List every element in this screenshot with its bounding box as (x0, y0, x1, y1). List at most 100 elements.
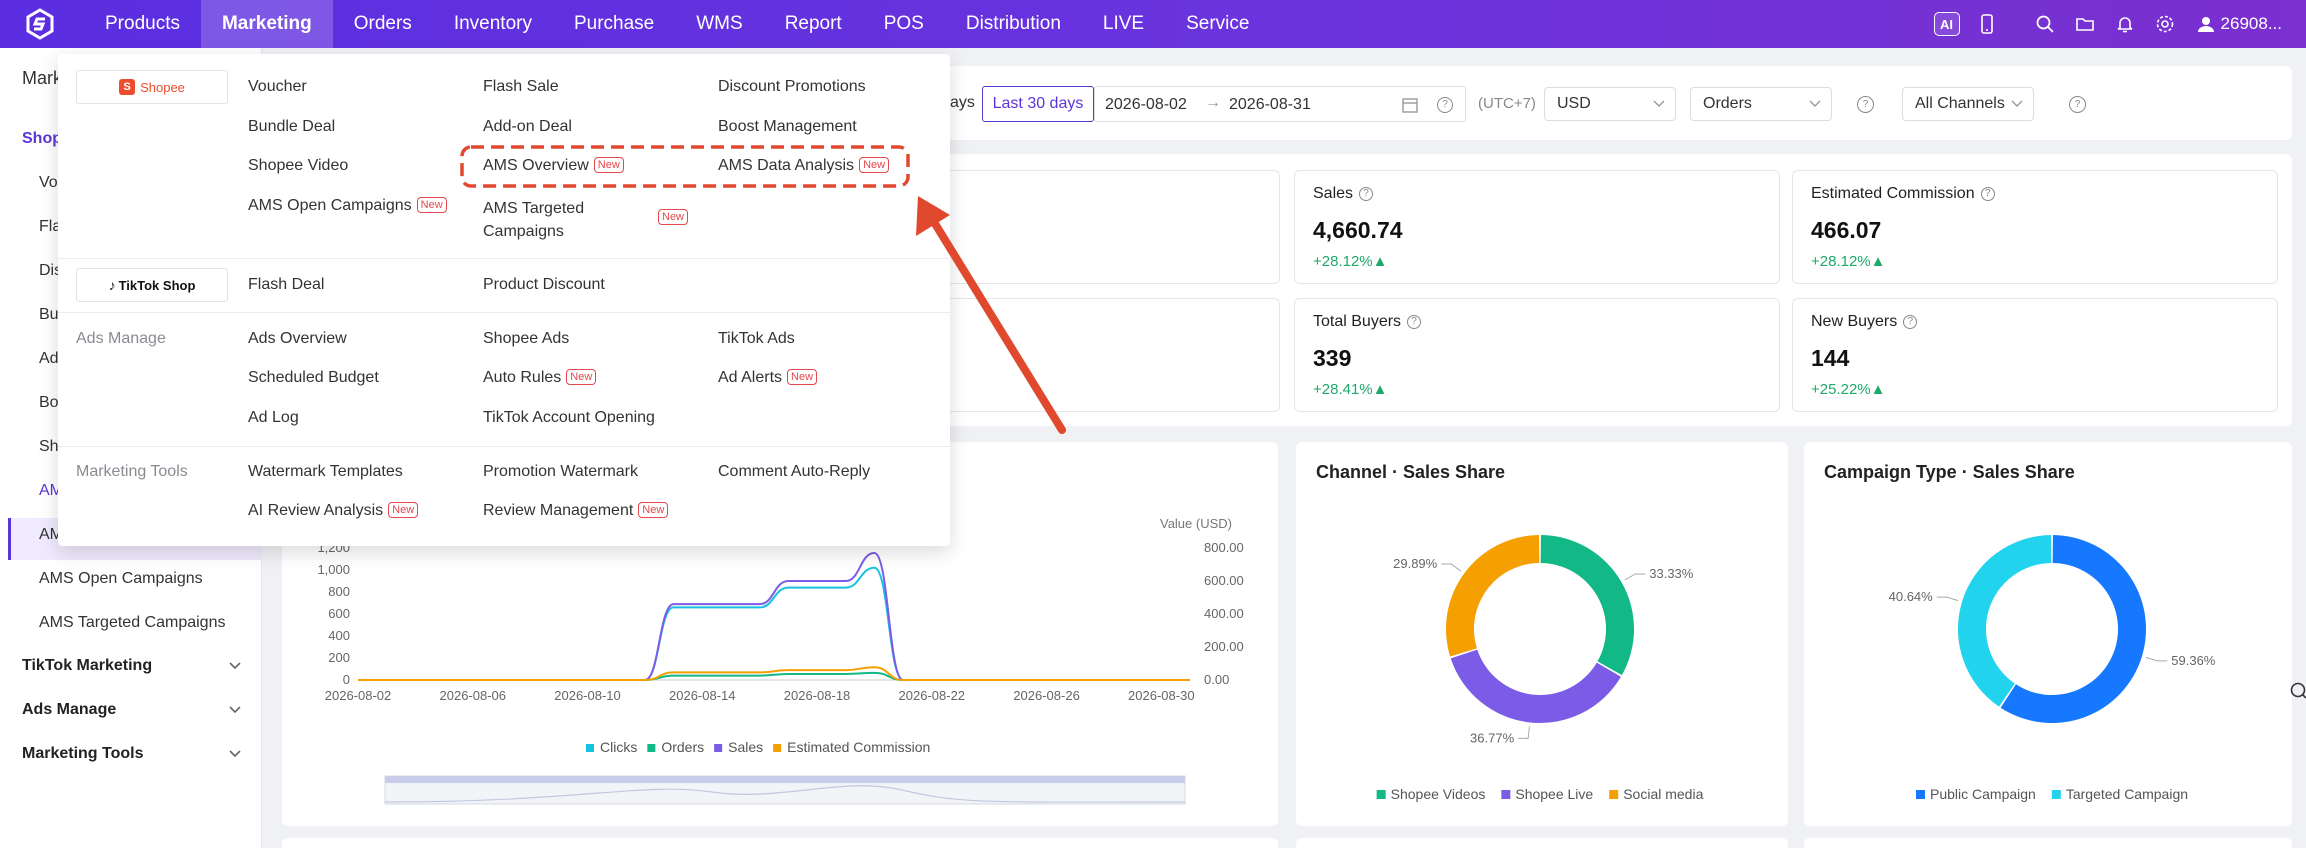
help-icon[interactable]: ? (1857, 96, 1874, 113)
donut-slice-shopee-videos[interactable] (1540, 535, 1634, 676)
series-line-clicks[interactable] (357, 566, 1190, 681)
menu-item-review-management[interactable]: Review Management New (483, 502, 669, 520)
new-badge: New (593, 157, 624, 173)
legend-swatch (586, 744, 594, 752)
nav-item-inventory[interactable]: Inventory (433, 0, 553, 48)
nav-item-service[interactable]: Service (1165, 0, 1270, 48)
user-menu[interactable]: 26908... (2185, 14, 2306, 34)
help-icon[interactable]: ? (1903, 315, 1918, 329)
sidebar-group-marketing-tools[interactable]: Marketing Tools (22, 745, 242, 763)
menu-item-ams-open-campaigns[interactable]: AMS Open Campaigns New (248, 197, 447, 215)
series-line-orders[interactable] (357, 671, 1190, 681)
menu-item-ai-review-analysis[interactable]: AI Review Analysis New (248, 502, 419, 520)
nav-item-pos[interactable]: POS (863, 0, 945, 48)
currency-select[interactable]: USD (1544, 87, 1676, 121)
sidebar-item[interactable]: Bu (39, 306, 59, 324)
donut-slice-targeted-campaign[interactable] (1958, 535, 2052, 707)
series-line-sales[interactable] (357, 551, 1190, 681)
sidebar-item[interactable]: Sh (39, 438, 59, 456)
menu-item-ams-data-analysis[interactable]: AMS Data Analysis New (718, 157, 890, 175)
legend-item[interactable]: Targeted Campaign (2051, 786, 2188, 802)
sidebar-item-ams-targeted-campaigns[interactable]: AMS Targeted Campaigns (39, 614, 225, 632)
search-icon[interactable] (2025, 0, 2065, 48)
legend-label[interactable]: Orders (661, 739, 704, 755)
menu-item-ad-log[interactable]: Ad Log (248, 409, 299, 427)
campaign-donut-chart[interactable]: 59.36% 40.64% Public Campaign Targeted Camp… (1804, 442, 2292, 826)
sidebar-item-ams-open-campaigns[interactable]: AMS Open Campaigns (39, 570, 203, 588)
menu-item-ams-targeted-campaigns[interactable]: AMS Targeted Campaigns (483, 197, 593, 243)
nav-item-products[interactable]: Products (84, 0, 201, 48)
menu-item-tiktok-account-opening[interactable]: TikTok Account Opening (483, 409, 655, 427)
sidebar-item[interactable]: Vo (39, 174, 58, 192)
menu-item-voucher[interactable]: Voucher (248, 78, 307, 96)
menu-item-add-on-deal[interactable]: Add-on Deal (483, 118, 572, 136)
floating-search-icon[interactable] (2288, 680, 2306, 702)
menu-item-flash-sale[interactable]: Flash Sale (483, 78, 559, 96)
sidebar-group-ads-manage[interactable]: Ads Manage (22, 701, 242, 719)
menu-item-ad-alerts[interactable]: Ad Alerts New (718, 369, 818, 387)
ai-button[interactable]: AI (1927, 0, 1967, 48)
nav-item-wms[interactable]: WMS (675, 0, 763, 48)
channel-donut-chart[interactable]: 33.33% 36.77% 29.89% Shopee Videos Shopee Li… (1296, 442, 1788, 826)
menu-item-ads-overview[interactable]: Ads Overview (248, 330, 347, 348)
legend-label[interactable]: Estimated Commission (787, 739, 930, 755)
nav-item-distribution[interactable]: Distribution (945, 0, 1082, 48)
menu-item-product-discount[interactable]: Product Discount (483, 276, 605, 294)
menu-item-comment-auto-reply[interactable]: Comment Auto-Reply (718, 463, 870, 481)
menu-item-boost-management[interactable]: Boost Management (718, 118, 857, 136)
x-tick-label: 2026-08-26 (1013, 688, 1080, 703)
legend-label: Social media (1623, 786, 1703, 802)
sidebar-item[interactable]: Bo (39, 394, 59, 412)
settings-icon[interactable] (2145, 0, 2185, 48)
menu-item-bundle-deal[interactable]: Bundle Deal (248, 118, 335, 136)
next-panel-edge (1296, 838, 1788, 848)
sidebar-item[interactable]: Ad (39, 350, 59, 368)
series-line-estimated-commission[interactable] (357, 666, 1190, 681)
nav-item-purchase[interactable]: Purchase (553, 0, 675, 48)
legend-item[interactable]: Public Campaign (1915, 786, 2036, 802)
help-icon[interactable]: ? (1359, 187, 1374, 201)
channel-select[interactable]: All Channels (1902, 87, 2034, 121)
help-icon[interactable]: ? (2069, 96, 2086, 113)
date-range-partial[interactable]: ays (950, 94, 975, 112)
date-range-picker[interactable]: 2026-08-02 → 2026-08-31 ? (1094, 86, 1466, 122)
nav-item-report[interactable]: Report (764, 0, 863, 48)
metric-select[interactable]: Orders (1690, 87, 1832, 121)
menu-item-promotion-watermark[interactable]: Promotion Watermark (483, 463, 638, 481)
y-left-tick-label: 600 (328, 606, 350, 621)
help-icon[interactable]: ? (1407, 315, 1422, 329)
menu-item-scheduled-budget[interactable]: Scheduled Budget (248, 369, 379, 387)
new-badge: New (638, 502, 669, 518)
legend-item[interactable]: Shopee Live (1501, 786, 1593, 802)
menu-item-auto-rules[interactable]: Auto Rules New (483, 369, 597, 387)
zoom-slider-handle-bar[interactable] (385, 776, 1185, 783)
donut-slice-shopee-live[interactable] (1450, 649, 1621, 723)
menu-item-discount-promotions[interactable]: Discount Promotions (718, 78, 866, 96)
new-badge: New (566, 369, 597, 385)
legend-label[interactable]: Sales (728, 739, 763, 755)
mobile-icon[interactable] (1967, 0, 2007, 48)
menu-item-watermark-templates[interactable]: Watermark Templates (248, 463, 403, 481)
nav-item-live[interactable]: LIVE (1082, 0, 1165, 48)
sidebar-group-label: TikTok Marketing (22, 657, 153, 674)
menu-item-shopee-video[interactable]: Shopee Video (248, 157, 348, 175)
bell-icon[interactable] (2105, 0, 2145, 48)
nav-item-marketing[interactable]: Marketing (200, 0, 333, 48)
legend-item[interactable]: Shopee Videos (1376, 786, 1486, 802)
app-logo-icon[interactable] (20, 4, 60, 44)
menu-item-tiktok-ads[interactable]: TikTok Ads (718, 330, 795, 348)
folder-icon[interactable] (2065, 0, 2105, 48)
last-30-days-button[interactable]: Last 30 days (982, 86, 1094, 122)
menu-item-ams-overview[interactable]: AMS Overview New (483, 157, 624, 175)
help-icon[interactable]: ? (1980, 187, 1995, 201)
panel-title: Campaign Type · Sales Share (1824, 462, 2075, 482)
menu-item-flash-deal[interactable]: Flash Deal (248, 276, 324, 294)
new-badge: New (787, 369, 818, 385)
help-icon[interactable]: ? (1437, 97, 1453, 113)
legend-label[interactable]: Clicks (600, 739, 637, 755)
sidebar-group-tiktok-marketing[interactable]: TikTok Marketing (22, 657, 242, 675)
donut-slice-social-media[interactable] (1446, 535, 1540, 657)
menu-item-shopee-ads[interactable]: Shopee Ads (483, 330, 569, 348)
legend-item[interactable]: Social media (1609, 786, 1704, 802)
nav-item-orders[interactable]: Orders (333, 0, 433, 48)
